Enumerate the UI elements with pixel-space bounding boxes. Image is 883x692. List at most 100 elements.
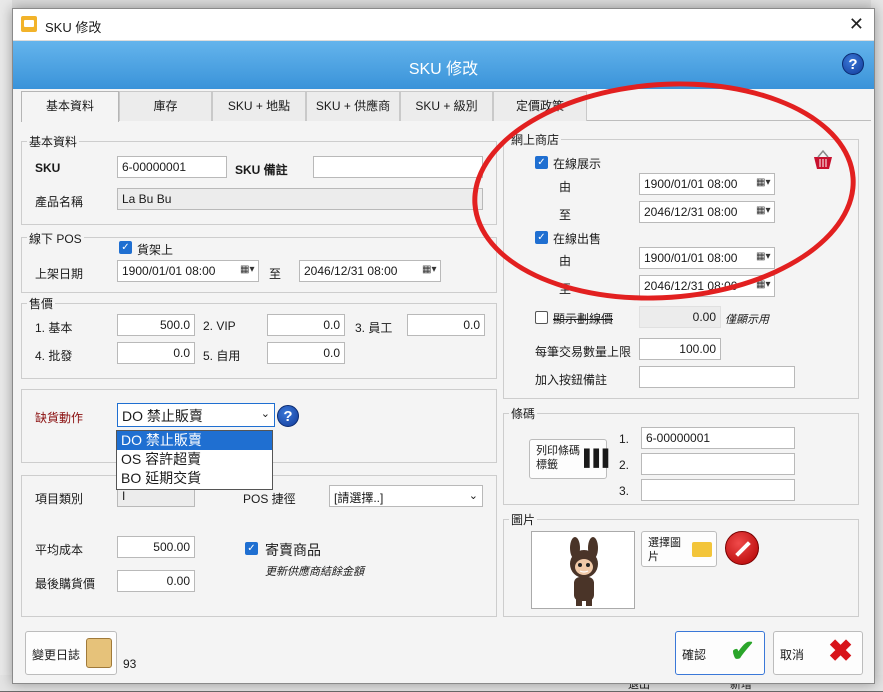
shelf-date-to[interactable]: 2046/12/31 08:00 ▦▾: [299, 260, 441, 282]
sku-note-field[interactable]: [313, 156, 483, 178]
sell-to-label: 至: [559, 282, 572, 296]
price-label-wholesale: 4. 批發: [35, 349, 73, 363]
calendar-icon[interactable]: ▦▾: [240, 264, 256, 278]
product-image: [531, 531, 635, 609]
strike-price-field[interactable]: 0.00: [639, 306, 721, 328]
stockout-label: 缺貨動作: [35, 411, 84, 425]
tab-pricing[interactable]: 定價政策: [493, 91, 587, 121]
log-scroll-icon: [86, 638, 112, 668]
choose-image-button[interactable]: 選擇圖片: [641, 531, 717, 567]
folder-icon: [692, 542, 712, 557]
display-from-field[interactable]: 1900/01/01 08:00 ▦▾: [639, 173, 775, 195]
offline-pos-label: 線下 POS: [27, 230, 84, 247]
max-qty-label: 每筆交易數量上限: [535, 345, 632, 359]
tab-sku-level[interactable]: SKU + 級別: [400, 91, 493, 121]
tab-basic[interactable]: 基本資料: [21, 91, 119, 122]
sell-online-checkbox[interactable]: ✓: [535, 231, 548, 244]
basic-group: [21, 141, 497, 225]
price-staff-field[interactable]: 0.0: [407, 314, 485, 336]
window-title: SKU 修改: [45, 20, 102, 35]
consign-checkbox[interactable]: ✓: [245, 542, 258, 555]
confirm-button[interactable]: 確認 ✔: [675, 631, 765, 675]
calendar-icon[interactable]: ▦▾: [422, 264, 438, 278]
consign-note: 更新供應商結餘金額: [265, 566, 364, 578]
print-barcode-label: 列印條碼標籤: [536, 445, 580, 471]
consign-label: 寄賣商品: [265, 542, 321, 558]
barcode-field-3[interactable]: [641, 479, 795, 501]
price-basic-field[interactable]: 500.0: [117, 314, 195, 336]
choose-image-label: 選擇圖片: [648, 537, 681, 563]
banner-title: SKU 修改: [408, 61, 479, 78]
cancel-button[interactable]: 取消 ✖: [773, 631, 863, 675]
category-label: 項目類別: [35, 492, 84, 506]
cart-note-field[interactable]: [639, 366, 795, 388]
sku-field[interactable]: 6-00000001: [117, 156, 227, 178]
barcode-field-2[interactable]: [641, 453, 795, 475]
display-to-field[interactable]: 2046/12/31 08:00 ▦▾: [639, 201, 775, 223]
stockout-option-bo[interactable]: BO 延期交貨: [117, 469, 272, 488]
stockout-dropdown-list: DO 禁止販賣 OS 容許超賣 BO 延期交貨: [116, 430, 273, 490]
sku-label: SKU: [35, 161, 61, 175]
stockout-select[interactable]: DO 禁止販賣 ⌄: [117, 403, 275, 427]
sell-to-field[interactable]: 2046/12/31 08:00 ▦▾: [639, 275, 775, 297]
stockout-option-os[interactable]: OS 容許超賣: [117, 450, 272, 469]
sell-from-value: 1900/01/01 08:00: [644, 251, 738, 265]
strike-price-label: 顯示劃線價: [553, 312, 614, 326]
header-banner: SKU 修改 ?: [13, 41, 874, 89]
product-name-field[interactable]: La Bu Bu: [117, 188, 483, 210]
price-label-basic: 1. 基本: [35, 321, 73, 335]
log-count: 93: [123, 657, 137, 671]
tab-sku-location[interactable]: SKU + 地點: [212, 91, 306, 121]
shopping-basket-icon: [811, 149, 835, 171]
pos-shortcut-select[interactable]: [請選擇..] ⌄: [329, 485, 483, 507]
background-left-strip: [0, 0, 12, 691]
stockout-help-icon[interactable]: ?: [277, 405, 299, 427]
tab-stock[interactable]: 庫存: [119, 91, 212, 121]
change-log-button[interactable]: 變更日誌: [25, 631, 117, 675]
close-icon[interactable]: ✕: [849, 14, 864, 35]
calendar-icon[interactable]: ▦▾: [756, 251, 772, 265]
print-barcode-button[interactable]: 列印條碼標籤 ▌▌▌: [529, 439, 614, 479]
strike-price-note: 僅顯示用: [725, 314, 769, 326]
stockout-option-do[interactable]: DO 禁止販賣: [117, 431, 272, 450]
pos-shortcut-value: [請選擇..]: [334, 491, 384, 505]
display-to-label: 至: [559, 208, 572, 222]
barcode-field-1[interactable]: 6-00000001: [641, 427, 795, 449]
avg-cost-label: 平均成本: [35, 543, 84, 557]
price-label-self: 5. 自用: [203, 349, 241, 363]
sku-edit-dialog: SKU 修改 ✕ SKU 修改 ? 基本資料 庫存 SKU + 地點 SKU +…: [12, 8, 875, 684]
price-wholesale-field[interactable]: 0.0: [117, 342, 195, 364]
display-online-label: 在線展示: [553, 157, 602, 171]
product-name-label: 產品名稱: [35, 195, 84, 209]
barcode-num-3: 3.: [619, 484, 630, 498]
shelf-date-to-value: 2046/12/31 08:00: [304, 264, 398, 278]
calendar-icon[interactable]: ▦▾: [756, 279, 772, 293]
sell-to-value: 2046/12/31 08:00: [644, 279, 738, 293]
calendar-icon[interactable]: ▦▾: [756, 205, 772, 219]
display-online-checkbox[interactable]: ✓: [535, 156, 548, 169]
calendar-icon[interactable]: ▦▾: [756, 177, 772, 191]
price-vip-field[interactable]: 0.0: [267, 314, 345, 336]
title-bar: SKU 修改 ✕: [13, 9, 874, 41]
help-icon[interactable]: ?: [842, 53, 864, 75]
price-label-staff: 3. 員工: [355, 321, 393, 335]
delete-image-icon[interactable]: [725, 531, 759, 565]
sell-from-field[interactable]: 1900/01/01 08:00 ▦▾: [639, 247, 775, 269]
pos-shortcut-label: POS 捷徑: [243, 492, 296, 506]
cart-note-label: 加入按鈕備註: [535, 373, 608, 387]
strike-price-checkbox[interactable]: [535, 311, 548, 324]
avg-cost-field[interactable]: 500.00: [117, 536, 195, 558]
display-from-value: 1900/01/01 08:00: [644, 177, 738, 191]
price-label-vip: 2. VIP: [203, 319, 236, 333]
app-icon: [21, 16, 37, 32]
image-group-label: 圖片: [509, 511, 538, 528]
on-shelf-checkbox[interactable]: ✓: [119, 241, 132, 254]
max-qty-field[interactable]: 100.00: [639, 338, 721, 360]
tab-sku-supplier[interactable]: SKU + 供應商: [306, 91, 400, 121]
last-cost-field[interactable]: 0.00: [117, 570, 195, 592]
check-icon: ✔: [730, 635, 756, 668]
price-self-field[interactable]: 0.0: [267, 342, 345, 364]
chevron-down-icon: ⌄: [260, 408, 270, 420]
shelf-date-from[interactable]: 1900/01/01 08:00 ▦▾: [117, 260, 259, 282]
barcode-group-label: 條碼: [509, 405, 538, 422]
